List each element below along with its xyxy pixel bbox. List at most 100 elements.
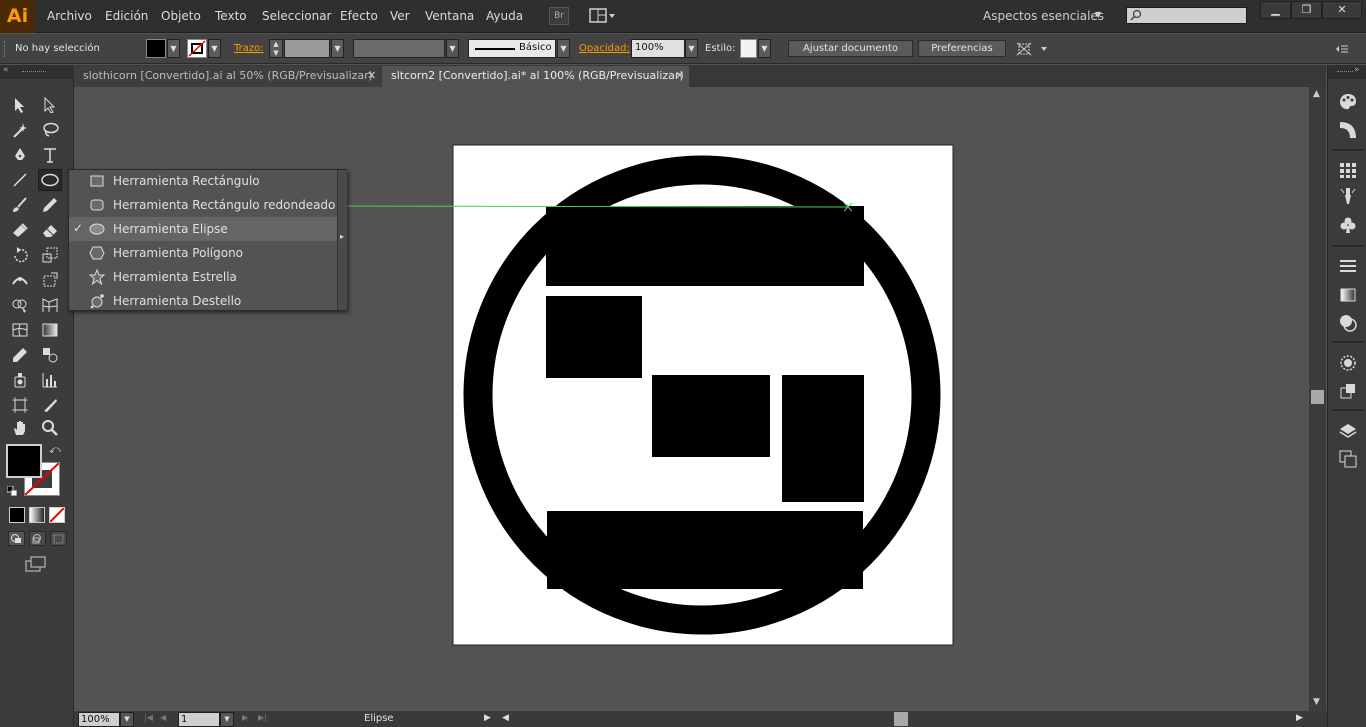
- flyout-item-star[interactable]: Herramienta Estrella: [69, 265, 337, 289]
- bottom-bar-shape[interactable]: [547, 511, 863, 589]
- menu-ventana[interactable]: Ventana: [425, 9, 474, 23]
- arrange-documents-button[interactable]: [589, 7, 617, 25]
- magic-wand-tool[interactable]: [8, 119, 32, 141]
- blend-tool[interactable]: [38, 344, 62, 366]
- scale-tool[interactable]: [38, 244, 62, 266]
- graphic-style-swatch[interactable]: [740, 39, 757, 58]
- appearance-icon[interactable]: [1338, 353, 1358, 373]
- menu-efecto[interactable]: Efecto: [340, 9, 378, 23]
- perspective-grid-tool[interactable]: [38, 294, 62, 316]
- opacity-field[interactable]: 100%: [631, 39, 685, 58]
- artboards-panel-icon[interactable]: [1338, 449, 1358, 469]
- zoom-level-field[interactable]: 100%: [78, 712, 120, 727]
- tearoff-strip[interactable]: ▸: [337, 170, 347, 310]
- next-artboard-icon[interactable]: ▶: [242, 713, 248, 722]
- pen-tool[interactable]: [8, 144, 32, 166]
- stroke-weight-stepper[interactable]: ▲ ▼: [269, 39, 283, 58]
- scroll-left-icon[interactable]: ◀: [502, 713, 509, 723]
- isolation-mode-button[interactable]: [1016, 42, 1052, 56]
- brush-style-field[interactable]: Básico: [468, 39, 556, 58]
- color-palette-icon[interactable]: [1338, 92, 1358, 112]
- free-transform-tool[interactable]: [38, 269, 62, 291]
- expand-panels-icon[interactable]: »: [1354, 65, 1360, 75]
- zoom-dropdown[interactable]: ▼: [120, 712, 134, 727]
- top-bar-shape[interactable]: [546, 206, 864, 286]
- draw-normal-button[interactable]: [8, 531, 25, 546]
- menu-ayuda[interactable]: Ayuda: [486, 9, 523, 23]
- first-artboard-icon[interactable]: |◀: [144, 713, 153, 722]
- width-tool[interactable]: [8, 269, 32, 291]
- tools-panel-header[interactable]: «: [0, 65, 74, 79]
- direct-selection-tool[interactable]: [38, 94, 62, 116]
- graphic-styles-icon[interactable]: [1338, 381, 1358, 401]
- menu-edicion[interactable]: Edición: [105, 9, 148, 23]
- line-segment-tool[interactable]: [8, 169, 32, 191]
- flyout-item-rectangle[interactable]: Herramienta Rectángulo: [69, 169, 337, 193]
- artboard-dropdown[interactable]: ▼: [220, 712, 234, 727]
- horizontal-scroll-thumb[interactable]: [894, 712, 908, 726]
- control-panel-menu-button[interactable]: [1335, 42, 1349, 56]
- menu-objeto[interactable]: Objeto: [161, 9, 201, 23]
- screen-mode-button[interactable]: [24, 555, 48, 573]
- shape-builder-tool[interactable]: [8, 294, 32, 316]
- none-mode-button[interactable]: [49, 507, 65, 523]
- control-bar-grip[interactable]: [4, 41, 7, 57]
- symbol-sprayer-tool[interactable]: [8, 369, 32, 391]
- flyout-item-flare[interactable]: Herramienta Destello: [69, 289, 337, 313]
- fill-swatch[interactable]: [146, 39, 166, 58]
- stroke-label[interactable]: Trazo:: [234, 43, 264, 54]
- blob-brush-tool[interactable]: [8, 219, 32, 241]
- eraser-tool[interactable]: [38, 219, 62, 241]
- slice-tool[interactable]: [38, 394, 62, 416]
- swatches-grid-icon[interactable]: [1338, 160, 1358, 180]
- swap-fill-stroke-icon[interactable]: ⤺: [49, 443, 61, 457]
- fill-dropdown[interactable]: ▼: [167, 39, 180, 58]
- hand-tool[interactable]: [8, 417, 32, 439]
- opacity-label[interactable]: Opacidad:: [579, 43, 630, 54]
- vertical-scrollbar[interactable]: ▲ ▼: [1309, 87, 1326, 711]
- gradient-panel-icon[interactable]: [1338, 285, 1358, 305]
- tab-close-icon[interactable]: ✕: [367, 66, 376, 86]
- stroke-swatch[interactable]: [187, 39, 207, 58]
- stroke-weight-field[interactable]: [284, 39, 330, 58]
- eyedropper-tool[interactable]: [8, 344, 32, 366]
- flyout-item-ellipse[interactable]: ✓ Herramienta Elipse: [69, 217, 337, 241]
- workspace-chevron-down-icon[interactable]: ▼: [1095, 10, 1101, 19]
- menu-seleccionar[interactable]: Seleccionar: [262, 9, 331, 23]
- variable-width-dropdown[interactable]: ▼: [446, 39, 459, 58]
- restore-button[interactable]: ❐: [1291, 1, 1322, 19]
- symbols-club-icon[interactable]: [1338, 215, 1358, 235]
- close-window-button[interactable]: ✕: [1322, 1, 1362, 19]
- gradient-tool[interactable]: [38, 319, 62, 341]
- menu-archivo[interactable]: Archivo: [47, 9, 92, 23]
- status-menu-arrow-icon[interactable]: ▶: [484, 713, 491, 723]
- tab-sltcorn2[interactable]: sltcorn2 [Convertido].ai* al 100% (RGB/P…: [382, 66, 689, 87]
- gradient-mode-button[interactable]: [29, 507, 45, 523]
- preferences-button[interactable]: Preferencias: [918, 40, 1006, 57]
- paintbrush-tool[interactable]: [8, 194, 32, 216]
- brush-style-dropdown[interactable]: ▼: [557, 39, 570, 58]
- menu-ver[interactable]: Ver: [390, 9, 410, 23]
- tab-close-icon[interactable]: ✕: [675, 66, 684, 86]
- previous-artboard-icon[interactable]: ◀: [160, 713, 166, 722]
- ellipse-tool[interactable]: [38, 169, 62, 191]
- middle-rect-shape[interactable]: [652, 375, 770, 457]
- color-mode-button[interactable]: [9, 507, 25, 523]
- tab-slothicorn[interactable]: slothicorn [Convertido].ai al 50% (RGB/P…: [74, 66, 381, 87]
- variable-width-field[interactable]: [353, 39, 445, 58]
- panel-grip[interactable]: [22, 71, 46, 73]
- last-artboard-icon[interactable]: ▶|: [258, 713, 267, 722]
- default-colors-button[interactable]: [7, 486, 17, 496]
- search-input[interactable]: [1126, 7, 1247, 24]
- draw-inside-button[interactable]: [50, 531, 67, 546]
- menu-texto[interactable]: Texto: [215, 9, 247, 23]
- graphic-style-dropdown[interactable]: ▼: [758, 39, 771, 58]
- stroke-weight-dropdown[interactable]: ▼: [331, 39, 344, 58]
- panel-dock-header[interactable]: »: [1328, 65, 1366, 79]
- rotate-tool[interactable]: [8, 244, 32, 266]
- opacity-dropdown[interactable]: ▼: [685, 39, 698, 58]
- right-rect-shape[interactable]: [782, 375, 864, 502]
- type-tool[interactable]: [38, 144, 62, 166]
- selection-tool[interactable]: [8, 94, 32, 116]
- column-graph-tool[interactable]: [38, 369, 62, 391]
